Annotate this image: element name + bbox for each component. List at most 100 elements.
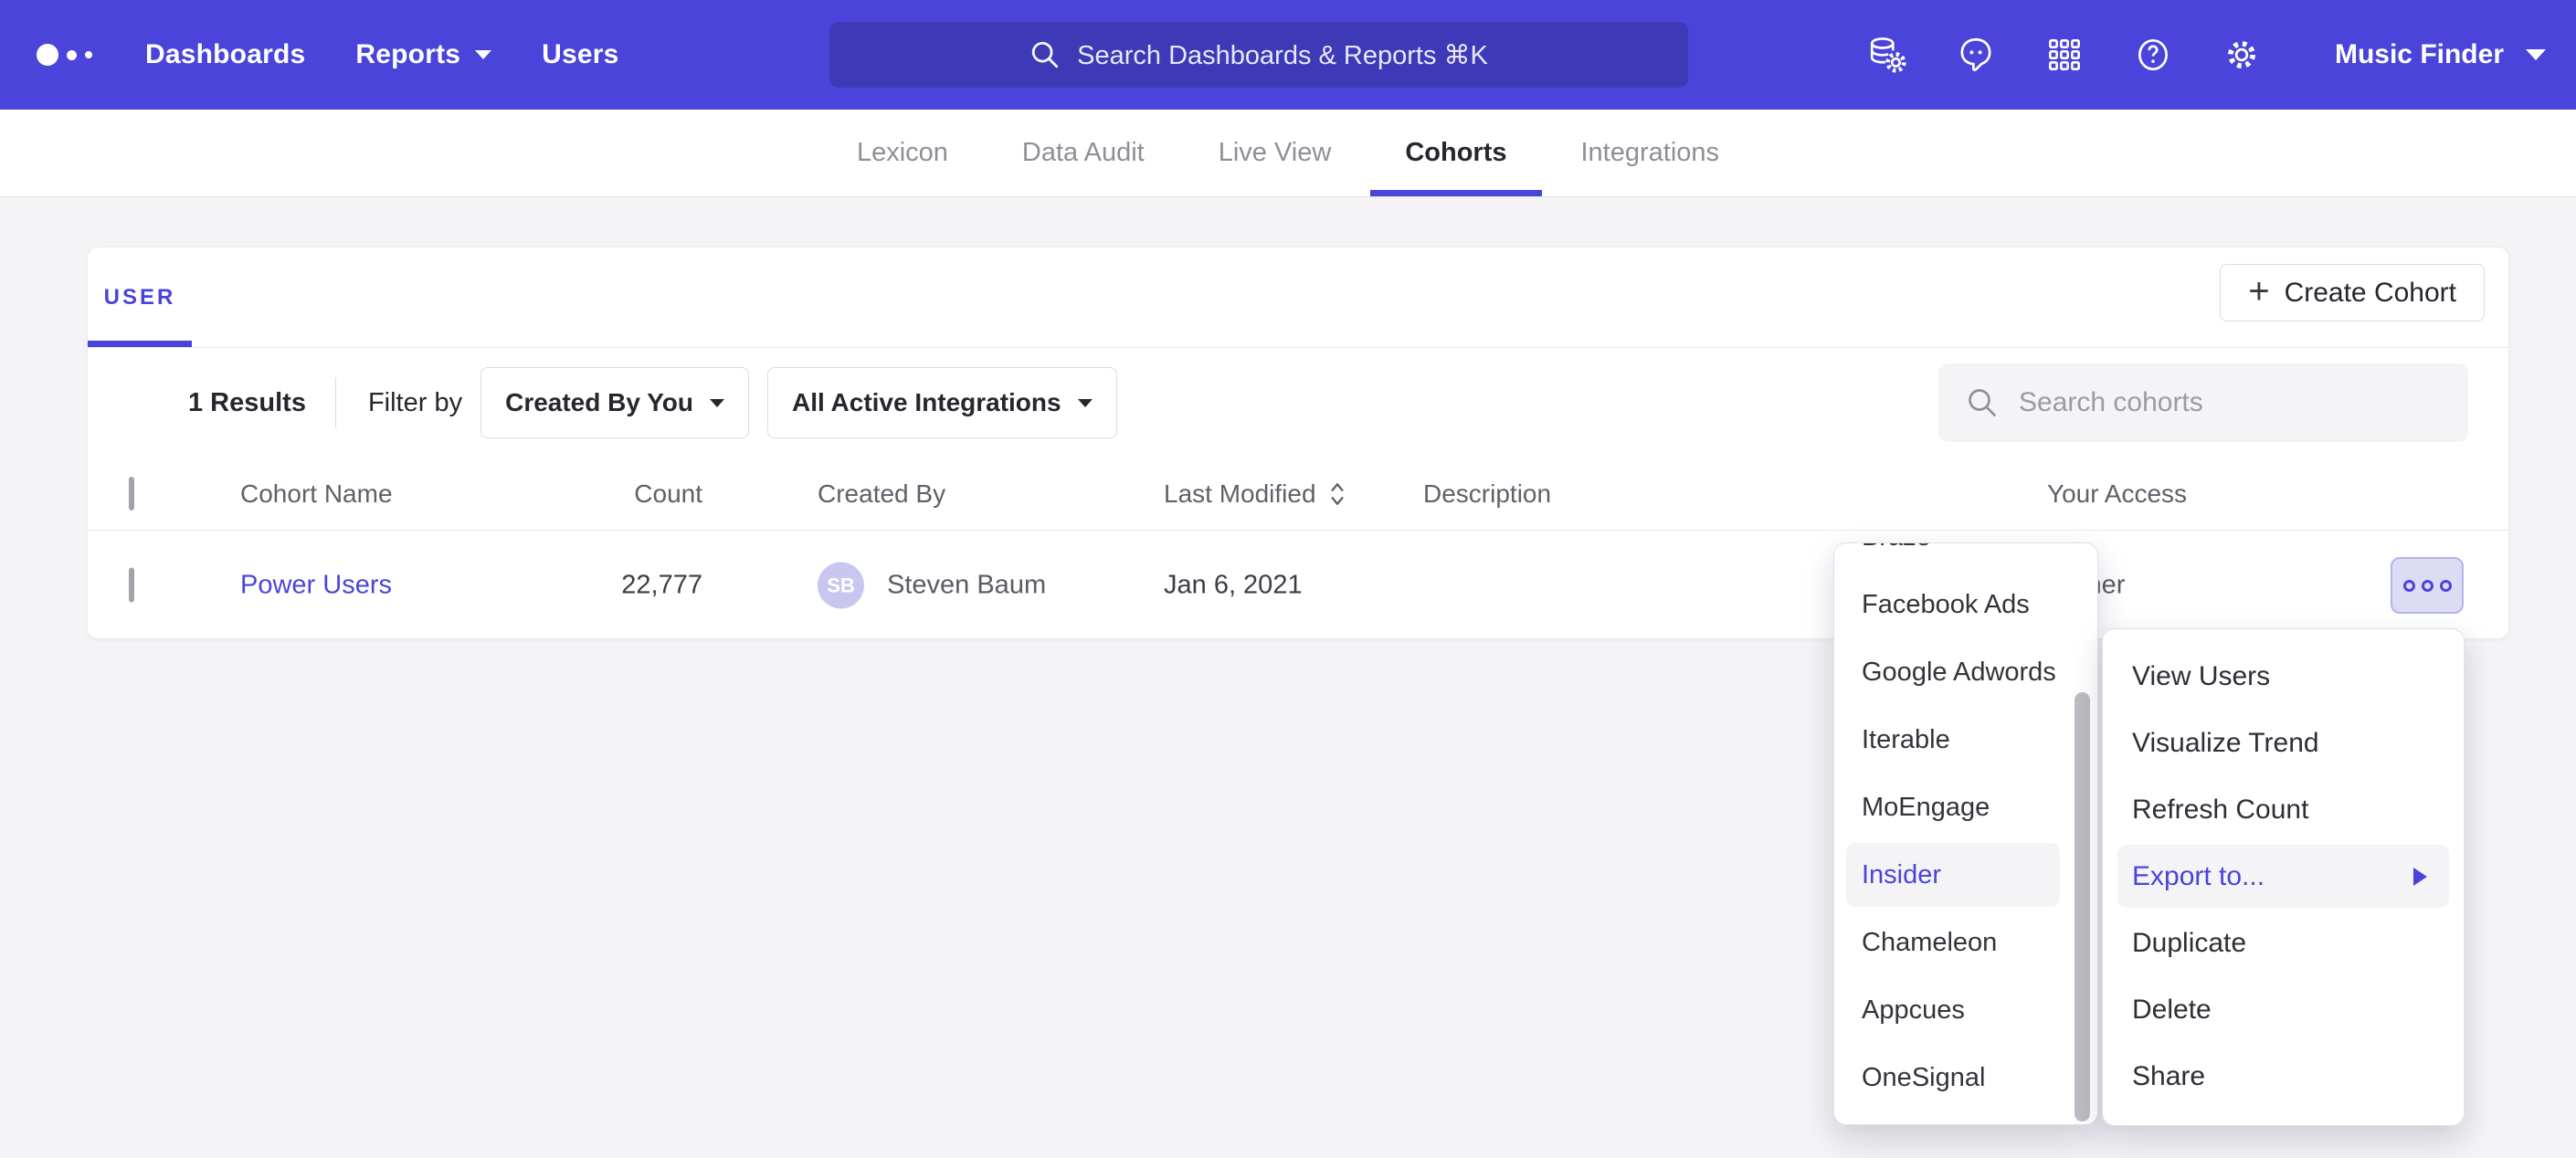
nav-users[interactable]: Users [542, 39, 618, 70]
col-description: Description [1423, 479, 1551, 509]
global-search-input[interactable]: Search Dashboards & Reports ⌘K [829, 22, 1688, 88]
search-icon [1966, 386, 1999, 419]
menu-item-share[interactable]: Share [2103, 1043, 2464, 1110]
speech-bubble-glyph [1955, 34, 1997, 76]
created-by-filter[interactable]: Created By You [480, 367, 749, 438]
cohort-search-placeholder: Search cohorts [2019, 387, 2203, 418]
export-item-label: Chameleon [1862, 928, 1997, 958]
primary-nav: Dashboards Reports Users [145, 39, 619, 70]
help-icon[interactable] [2132, 34, 2174, 76]
database-gear-glyph [1866, 34, 1908, 76]
cohorts-page: Dashboards Reports Users Search Dashboar… [0, 0, 2576, 1158]
tab-live-view[interactable]: Live View [1184, 110, 1367, 196]
gear-glyph [2221, 34, 2263, 76]
tab-integrations[interactable]: Integrations [1547, 110, 1755, 196]
tab-data-audit[interactable]: Data Audit [987, 110, 1179, 196]
chevron-down-icon [2526, 49, 2546, 60]
created-by-filter-label: Created By You [505, 388, 693, 417]
col-cohort-name: Cohort Name [240, 479, 393, 509]
export-destinations-list: Braze Facebook Ads Google Adwords Iterab… [1834, 542, 2097, 1111]
col-last-modified: Last Modified [1164, 479, 1316, 509]
export-item-iterable[interactable]: Iterable [1834, 706, 2097, 774]
project-name: Music Finder [2335, 39, 2504, 70]
cohort-count: 22,777 [520, 571, 702, 601]
menu-scrollbar[interactable] [2075, 692, 2090, 1121]
menu-item-label: Export to... [2132, 861, 2265, 892]
export-item-label: Google Adwords [1862, 658, 2056, 688]
creator-name: Steven Baum [887, 571, 1046, 601]
cohort-type-tabs: USER + Create Cohort [88, 247, 2508, 348]
search-icon [1029, 39, 1061, 70]
menu-item-view-users[interactable]: View Users [2103, 643, 2464, 710]
active-tab-underline [1370, 190, 1541, 196]
data-management-icon[interactable] [1866, 34, 1908, 76]
plus-icon: + [2248, 273, 2269, 310]
tab-lexicon[interactable]: Lexicon [822, 110, 983, 196]
menu-item-visualize-trend[interactable]: Visualize Trend [2103, 710, 2464, 776]
menu-item-export-to[interactable]: Export to... [2117, 845, 2449, 908]
row-actions-button[interactable] [2391, 557, 2464, 614]
export-item-facebook-ads[interactable]: Facebook Ads [1834, 571, 2097, 638]
menu-item-label: View Users [2132, 661, 2270, 692]
settings-icon[interactable] [2221, 34, 2263, 76]
col-created-by: Created By [818, 479, 945, 509]
mixpanel-logo-icon[interactable] [37, 44, 92, 66]
export-item-insider[interactable]: Insider [1846, 843, 2060, 907]
submenu-arrow-icon [2413, 868, 2427, 886]
cohorts-panel: USER + Create Cohort 1 Results Filter by… [87, 247, 2509, 639]
export-item-label: Appcues [1862, 995, 1965, 1026]
menu-item-label: Duplicate [2132, 928, 2246, 959]
nav-users-label: Users [542, 39, 618, 70]
menu-item-delete[interactable]: Delete [2103, 976, 2464, 1043]
dot-icon [2422, 580, 2433, 592]
question-circle-glyph [2132, 34, 2174, 76]
grid-glyph [2043, 34, 2085, 76]
topbar-actions: Music Finder [1866, 0, 2546, 110]
nav-reports[interactable]: Reports [355, 39, 491, 70]
create-cohort-label: Create Cohort [2285, 278, 2456, 309]
nav-dashboards[interactable]: Dashboards [145, 39, 305, 70]
divider [335, 377, 336, 428]
menu-item-label: Delete [2132, 995, 2212, 1026]
export-item-label: Braze [1862, 542, 1931, 553]
export-item-label: Insider [1862, 860, 1941, 890]
table-row: Power Users 22,777 SB Steven Baum Jan 6,… [88, 531, 2508, 640]
export-item-onesignal[interactable]: OneSignal [1834, 1044, 2097, 1111]
menu-item-refresh-count[interactable]: Refresh Count [2103, 776, 2464, 843]
export-item-braze[interactable]: Braze [1834, 542, 2097, 571]
row-checkbox[interactable] [129, 568, 134, 603]
apps-grid-icon[interactable] [2043, 34, 2085, 76]
export-item-chameleon[interactable]: Chameleon [1834, 909, 2097, 976]
project-switcher[interactable]: Music Finder [2335, 39, 2546, 70]
export-destinations-menu: Braze Facebook Ads Google Adwords Iterab… [1833, 542, 2098, 1125]
global-search-placeholder: Search Dashboards & Reports ⌘K [1077, 39, 1488, 71]
tab-user-label: USER [104, 285, 176, 311]
export-item-google-adwords[interactable]: Google Adwords [1834, 638, 2097, 706]
col-last-modified-sort[interactable]: Last Modified [1164, 479, 1347, 509]
nav-dashboards-label: Dashboards [145, 39, 305, 70]
cohort-search-input[interactable]: Search cohorts [1938, 363, 2468, 442]
tab-data-audit-label: Data Audit [1022, 138, 1145, 168]
export-item-label: MoEngage [1862, 793, 1990, 823]
cohort-name-link[interactable]: Power Users [240, 571, 392, 601]
feedback-icon[interactable] [1955, 34, 1997, 76]
col-your-access: Your Access [2047, 479, 2187, 509]
export-item-label: OneSignal [1862, 1063, 1985, 1093]
integrations-filter-label: All Active Integrations [792, 388, 1061, 417]
table-header: Cohort Name Count Created By Last Modifi… [88, 458, 2508, 531]
create-cohort-button[interactable]: + Create Cohort [2220, 264, 2485, 321]
tab-cohorts[interactable]: Cohorts [1370, 110, 1541, 196]
logo-dot-large [37, 44, 58, 66]
logo-dot-medium [67, 50, 77, 60]
export-item-appcues[interactable]: Appcues [1834, 976, 2097, 1044]
menu-item-duplicate[interactable]: Duplicate [2103, 910, 2464, 976]
sort-icon [1327, 480, 1347, 508]
chevron-down-icon [475, 50, 491, 59]
export-item-moengage[interactable]: MoEngage [1834, 774, 2097, 841]
tab-user-cohorts[interactable]: USER [88, 247, 192, 347]
logo-dot-small [85, 51, 92, 58]
dot-icon [2440, 580, 2452, 592]
user-tab-underline [88, 341, 192, 347]
integrations-filter[interactable]: All Active Integrations [767, 367, 1117, 438]
select-all-checkbox[interactable] [129, 477, 134, 511]
